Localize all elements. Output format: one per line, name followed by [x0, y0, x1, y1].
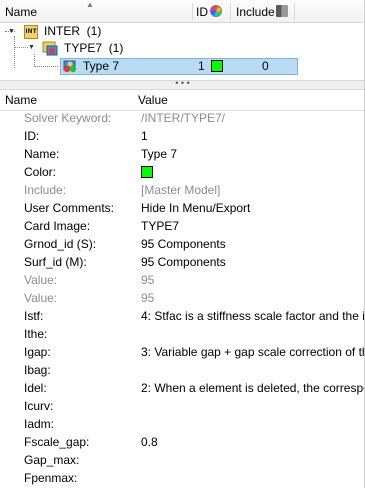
property-row-card-image[interactable]: Card Image: TYPE7 — [0, 217, 365, 235]
sort-ascending-icon: ▲ — [86, 0, 94, 9]
property-name: Idel: — [24, 381, 47, 395]
property-name: Name: — [24, 147, 60, 161]
property-value: /INTER/TYPE7/ — [141, 111, 226, 125]
property-name: Fpenmax: — [24, 471, 78, 485]
property-row-fscale-gap[interactable]: Fscale_gap: 0.8 — [0, 433, 365, 451]
property-value: 3: Variable gap + gap scale correction o… — [141, 345, 365, 359]
tree-item-include: 0 — [262, 59, 269, 73]
property-name: Ibag: — [24, 363, 51, 377]
tree-column-header: Name ▲ ID Include — [0, 0, 363, 23]
property-name: Surf_id (M): — [24, 255, 87, 269]
splitter-grip-icon: • • • — [175, 78, 190, 88]
property-value: 2: When a element is deleted, the corres… — [141, 381, 365, 395]
property-value: 1 — [141, 129, 148, 143]
property-name: Istf: — [24, 309, 44, 323]
column-divider[interactable] — [294, 3, 295, 20]
color-swatch[interactable] — [141, 166, 153, 178]
entity-properties-panel: Name Value Solver Keyword: /INTER/TYPE7/… — [0, 90, 365, 488]
value-column-header[interactable]: Value — [138, 90, 168, 110]
property-row-grnod-id[interactable]: Grnod_id (S): 95 Components — [0, 235, 365, 253]
id-column-header[interactable]: ID — [196, 0, 208, 22]
name-column-header[interactable]: Name — [5, 0, 37, 22]
panel-splitter[interactable]: • • • — [0, 78, 365, 90]
property-value: Type 7 — [141, 147, 178, 161]
property-name: Igap: — [24, 345, 51, 359]
property-name: ID: — [24, 129, 40, 143]
property-name: Ithe: — [24, 327, 48, 341]
property-row-iadm[interactable]: Iadm: — [0, 415, 365, 433]
tree-item-inter[interactable]: INTER (1) — [44, 23, 101, 40]
include-file-icon[interactable] — [276, 5, 288, 17]
column-divider[interactable] — [230, 3, 231, 20]
type7-entity-icon — [63, 60, 77, 73]
property-row-surf-id[interactable]: Surf_id (M): 95 Components — [0, 253, 365, 271]
property-name: Include: — [24, 183, 67, 197]
property-name: Grnod_id (S): — [24, 237, 97, 251]
interfaces-folder-icon: INT — [24, 25, 38, 39]
property-row-ithe[interactable]: Ithe: — [0, 325, 365, 343]
property-row-id[interactable]: ID: 1 — [0, 127, 365, 145]
tree-item-count: (1) — [108, 41, 124, 55]
property-value: 95 Components — [141, 255, 226, 269]
tree-item-count: (1) — [86, 24, 102, 38]
tree-connector — [14, 47, 28, 48]
property-name: Color: — [24, 165, 57, 179]
property-value: [Master Model] — [141, 183, 221, 197]
tree-connector — [14, 36, 15, 68]
property-name: Gap_max: — [24, 453, 80, 467]
property-value: Hide In Menu/Export — [141, 201, 251, 215]
property-name: Iadm: — [24, 417, 55, 431]
property-name: Value: — [24, 273, 58, 287]
property-name: Fscale_gap: — [24, 435, 90, 449]
property-row-idel[interactable]: Idel: 2: When a element is deleted, the … — [0, 379, 365, 397]
property-value: 95 Components — [141, 237, 226, 251]
property-row-fpenmax[interactable]: Fpenmax: — [0, 469, 365, 487]
property-name: Card Image: — [24, 219, 91, 233]
property-name: User Comments: — [24, 201, 115, 215]
property-row-color[interactable]: Color: — [0, 163, 365, 181]
property-row-include[interactable]: Include: [Master Model] — [0, 181, 365, 199]
property-value: 4: Stfac is a stiffness scale factor and… — [141, 309, 365, 323]
name-column-header[interactable]: Name — [5, 90, 37, 110]
property-row-value[interactable]: Value: 95 — [0, 271, 365, 289]
property-row-istf[interactable]: Istf: 4: Stfac is a stiffness scale fact… — [0, 307, 365, 325]
tree-connector — [34, 66, 58, 67]
collapse-arrow-icon[interactable]: ▼ — [8, 28, 15, 35]
collapse-arrow-icon[interactable]: ▼ — [28, 44, 35, 51]
property-row-solver-keyword[interactable]: Solver Keyword: /INTER/TYPE7/ — [0, 109, 365, 127]
property-row-ibag[interactable]: Ibag: — [0, 361, 365, 379]
property-value: 95 — [141, 273, 155, 287]
property-row-gap-max[interactable]: Gap_max: — [0, 451, 365, 469]
color-wheel-icon[interactable] — [210, 5, 222, 17]
property-name: Value: — [24, 291, 58, 305]
property-name: Icurv: — [24, 399, 54, 413]
type7-group-icon — [42, 41, 58, 56]
tree-item-id: 1 — [198, 59, 205, 73]
tree-item-type7-group[interactable]: TYPE7 (1) — [64, 40, 123, 57]
tree-item-label: Type 7 — [83, 59, 120, 73]
property-row-icurv[interactable]: Icurv: — [0, 397, 365, 415]
include-column-header[interactable]: Include — [236, 0, 275, 22]
property-row-name[interactable]: Name: Type 7 — [0, 145, 365, 163]
property-value: 0.8 — [141, 435, 158, 449]
property-row-value[interactable]: Value: 95 — [0, 289, 365, 307]
column-divider[interactable] — [192, 3, 193, 20]
property-row-igap[interactable]: Igap: 3: Variable gap + gap scale correc… — [0, 343, 365, 361]
tree-item-label: INTER — [44, 24, 80, 38]
property-row-user-comments[interactable]: User Comments: Hide In Menu/Export — [0, 199, 365, 217]
tree-item-label: TYPE7 — [64, 41, 103, 55]
model-tree-panel: Name ▲ ID Include ▼ INT INTER (1) ▼ TYPE… — [0, 0, 365, 80]
property-value: TYPE7 — [141, 219, 180, 233]
property-name: Solver Keyword: — [24, 111, 112, 125]
property-value: 95 — [141, 291, 155, 305]
properties-header: Name Value — [0, 90, 365, 111]
entity-color-swatch[interactable] — [211, 60, 223, 72]
